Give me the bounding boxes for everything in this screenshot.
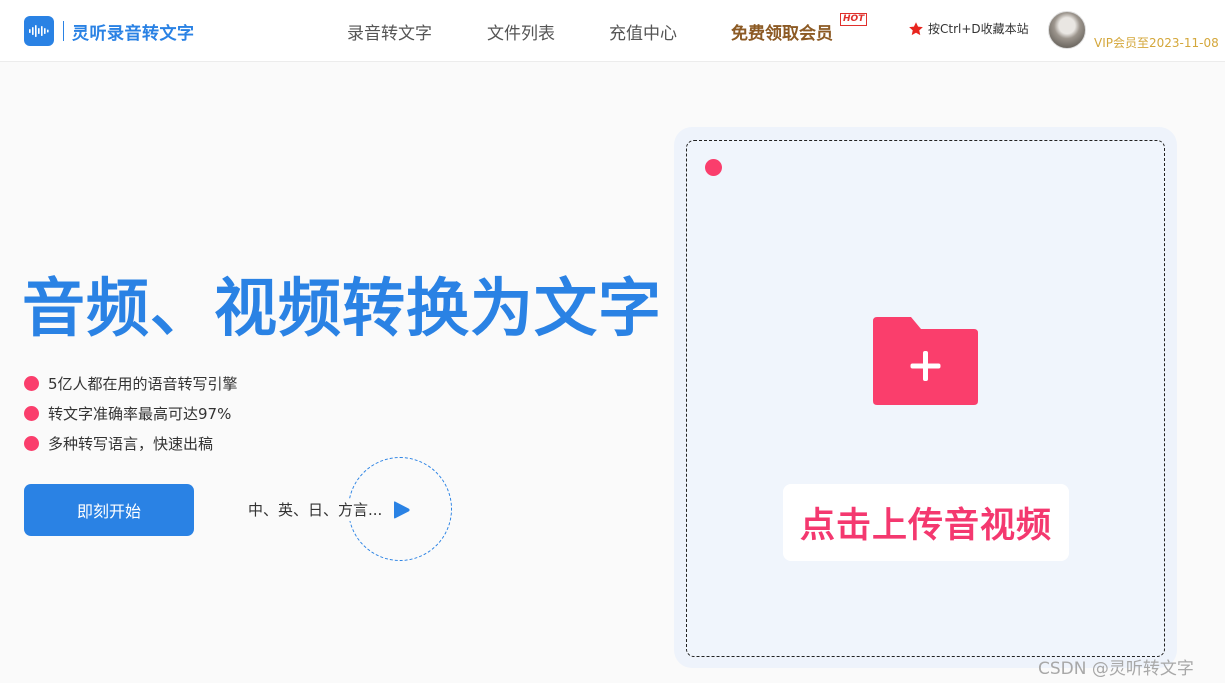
languages-text[interactable]: 中、英、日、方言... xyxy=(244,499,387,521)
feature-text: 转文字准确率最高可达97% xyxy=(48,404,232,423)
bullet-dot xyxy=(24,435,39,451)
nav-item-free-vip[interactable]: 免费领取会员 xyxy=(731,0,833,62)
record-dot xyxy=(705,159,722,176)
play-icon[interactable] xyxy=(393,500,411,520)
folder-add-icon[interactable] xyxy=(873,317,979,405)
star-icon xyxy=(909,21,923,35)
upload-label: 点击上传音视频 xyxy=(799,506,1052,546)
feature-text: 多种转写语言，快速出稿 xyxy=(48,434,214,453)
hot-badge: HOT xyxy=(840,13,868,26)
feature-text: 5亿人都在用的语音转写引擎 xyxy=(48,374,238,393)
start-now-button[interactable]: 即刻开始 xyxy=(24,484,194,536)
nav-item-transcribe[interactable]: 录音转文字 xyxy=(347,0,432,62)
logo-divider xyxy=(63,21,64,41)
audio-wave-icon xyxy=(24,16,54,46)
nav-item-file-list[interactable]: 文件列表 xyxy=(487,0,555,62)
logo-text: 灵听录音转文字 xyxy=(72,23,195,44)
hero-title: 音频、视频转换为文字 xyxy=(22,272,662,345)
feature-item: 5亿人都在用的语音转写引擎 xyxy=(24,368,238,398)
feature-list: 5亿人都在用的语音转写引擎 转文字准确率最高可达97% 多种转写语言，快速出稿 xyxy=(24,368,238,458)
favorite-hint[interactable]: 按Ctrl+D收藏本站 xyxy=(908,20,1029,37)
upload-label-box[interactable]: 点击上传音视频 xyxy=(783,484,1069,561)
watermark: CSDN @灵听转文字 xyxy=(1038,659,1194,679)
bullet-dot xyxy=(24,405,39,421)
feature-item: 多种转写语言，快速出稿 xyxy=(24,428,238,458)
nav-item-recharge[interactable]: 充值中心 xyxy=(609,0,677,62)
avatar[interactable] xyxy=(1048,11,1086,49)
bullet-dot xyxy=(24,375,39,391)
feature-item: 转文字准确率最高可达97% xyxy=(24,398,238,428)
vip-expire-text: VIP会员至2023-11-08 xyxy=(1094,36,1219,50)
logo[interactable]: 灵听录音转文字 xyxy=(24,15,195,47)
top-navbar: 灵听录音转文字 录音转文字 文件列表 充值中心 免费领取会员 HOT 按Ctrl… xyxy=(0,0,1225,62)
favorite-hint-text: 按Ctrl+D收藏本站 xyxy=(928,22,1029,36)
